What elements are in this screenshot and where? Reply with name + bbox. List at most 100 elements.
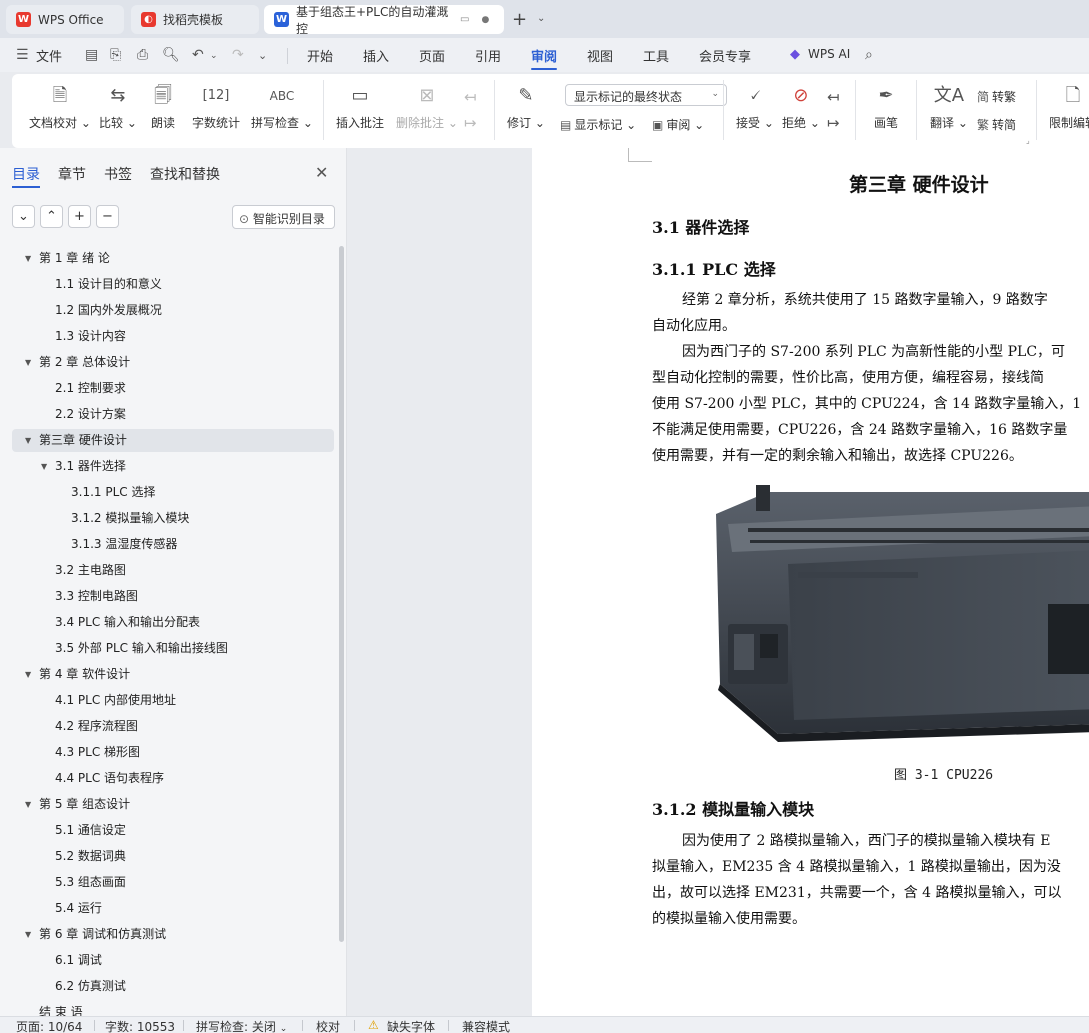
toc-item[interactable]: 3.5 外部 PLC 输入和输出接线图	[12, 637, 334, 660]
add-heading-button[interactable]: +	[68, 205, 91, 228]
tab-document[interactable]: W 基于组态王+PLC的自动灌溉控 ▭ ●	[264, 5, 504, 36]
tab-bookmarks[interactable]: 书签	[104, 164, 132, 184]
search-icon[interactable]: ⌕	[865, 47, 873, 63]
expand-up-button[interactable]: ⌃	[40, 205, 63, 228]
expand-arrow-icon[interactable]: ▼	[25, 247, 31, 270]
toc-item[interactable]: 6.2 仿真测试	[12, 975, 334, 998]
next-comment-icon[interactable]: ↦	[464, 114, 477, 132]
close-icon[interactable]: ✕	[315, 163, 328, 182]
expand-arrow-icon[interactable]: ▼	[25, 923, 31, 946]
restrict-edit-button[interactable]: 🗋 限制编辑	[1049, 84, 1089, 131]
ribbon-expand-icon[interactable]: ⌟	[1026, 136, 1030, 145]
smart-toc-button[interactable]: ⊙ 智能识别目录	[232, 205, 335, 229]
to-traditional-button[interactable]: 简转繁	[977, 88, 1016, 105]
show-markup-button[interactable]: ▤ 显示标记 ⌄	[560, 116, 636, 133]
toc-item[interactable]: 5.2 数据词典	[12, 845, 334, 868]
toc-item[interactable]: 4.4 PLC 语句表程序	[12, 767, 334, 790]
toc-item[interactable]: 5.1 通信设定	[12, 819, 334, 842]
toc-item[interactable]: 3.2 主电路图	[12, 559, 334, 582]
expand-arrow-icon[interactable]: ▼	[25, 429, 31, 452]
chevron-down-icon[interactable]: ⌄	[537, 13, 545, 24]
toc-item[interactable]: 4.1 PLC 内部使用地址	[12, 689, 334, 712]
collapse-all-button[interactable]: ⌄	[12, 205, 35, 228]
toc-item[interactable]: 2.2 设计方案	[12, 403, 334, 426]
toc-item[interactable]: 3.1.1 PLC 选择	[12, 481, 334, 504]
toc-item[interactable]: 5.3 组态画面	[12, 871, 334, 894]
doc-check-button[interactable]: 🗎 文档校对 ⌄	[29, 84, 91, 131]
menu-home[interactable]: 开始	[307, 46, 333, 65]
toc-item[interactable]: ▼ 第 2 章 总体设计	[12, 351, 334, 374]
word-count-status[interactable]: 字数: 10553	[105, 1018, 175, 1033]
redo-icon[interactable]: ↷	[232, 47, 244, 63]
toc-item[interactable]: 1.2 国内外发展概况	[12, 299, 334, 322]
menu-review[interactable]: 审阅	[531, 46, 557, 65]
expand-arrow-icon[interactable]: ▼	[25, 663, 31, 686]
prev-comment-icon[interactable]: ↤	[464, 88, 477, 106]
unsaved-dot-icon[interactable]: ●	[481, 15, 489, 25]
toc-item[interactable]: 5.4 运行	[12, 897, 334, 920]
tab-docer-templates[interactable]: ◐ 找稻壳模板	[131, 5, 259, 34]
toc-item[interactable]: 3.4 PLC 输入和输出分配表	[12, 611, 334, 634]
reject-button[interactable]: ⊘ 拒绝 ⌄	[782, 84, 820, 131]
pen-button[interactable]: ✒ 画笔	[874, 84, 898, 131]
toc-item[interactable]: ▼ 第 5 章 组态设计	[12, 793, 334, 816]
print-preview-icon[interactable]: 🔍︎	[162, 47, 180, 63]
menu-insert[interactable]: 插入	[363, 46, 389, 65]
toc-item[interactable]: 3.3 控制电路图	[12, 585, 334, 608]
page-indicator[interactable]: 页面: 10/64	[16, 1018, 82, 1033]
markup-mode-select[interactable]: 显示标记的最终状态 ⌄	[565, 84, 727, 106]
undo-dropdown-icon[interactable]: ⌄	[210, 51, 218, 61]
delete-comment-button[interactable]: ⊠ 删除批注 ⌄	[396, 84, 458, 131]
track-changes-button[interactable]: ✎ 修订 ⌄	[507, 84, 545, 131]
toc-item[interactable]: 4.3 PLC 梯形图	[12, 741, 334, 764]
compare-button[interactable]: ⇆ 比较 ⌄	[99, 84, 137, 131]
print-icon[interactable]: ⎙	[137, 47, 148, 63]
spell-check-button[interactable]: ABC 拼写检查 ⌄	[251, 84, 313, 131]
undo-icon[interactable]: ↶	[192, 47, 204, 63]
to-simplified-button[interactable]: 繁转简	[977, 116, 1016, 133]
toc-item[interactable]: ▼ 第 4 章 软件设计	[12, 663, 334, 686]
hamburger-icon[interactable]: ☰	[16, 47, 29, 63]
more-chevron-icon[interactable]: ⌄	[258, 49, 267, 62]
toc-item[interactable]: ▼ 3.1 器件选择	[12, 455, 334, 478]
remove-heading-button[interactable]: −	[96, 205, 119, 228]
missing-font-status[interactable]: 缺失字体	[387, 1018, 435, 1033]
sidebar-scrollbar[interactable]	[339, 246, 344, 942]
tab-wps-office[interactable]: W WPS Office	[6, 5, 124, 34]
tab-chapters[interactable]: 章节	[58, 164, 86, 184]
review-pane-button[interactable]: ▣ 审阅 ⌄	[652, 116, 704, 133]
word-count-button[interactable]: [12] 字数统计	[192, 84, 240, 131]
new-tab-icon[interactable]: +	[512, 9, 527, 30]
toc-item[interactable]: ▼ 第 1 章 绪 论	[12, 247, 334, 270]
proof-status[interactable]: 校对	[316, 1018, 340, 1033]
menu-page[interactable]: 页面	[419, 46, 445, 65]
expand-arrow-icon[interactable]: ▼	[25, 793, 31, 816]
export-icon[interactable]: ⎘	[110, 47, 121, 63]
toc-item[interactable]: 2.1 控制要求	[12, 377, 334, 400]
wps-ai-icon[interactable]: ◆	[790, 47, 800, 62]
menu-view[interactable]: 视图	[587, 46, 613, 65]
menu-wps-ai[interactable]: WPS AI	[808, 47, 850, 61]
toc-item[interactable]: 3.1.2 模拟量输入模块	[12, 507, 334, 530]
toc-item[interactable]: 1.3 设计内容	[12, 325, 334, 348]
toc-item[interactable]: ▼ 第三章 硬件设计	[12, 429, 334, 452]
expand-arrow-icon[interactable]: ▼	[41, 455, 47, 478]
insert-comment-button[interactable]: ▭ 插入批注	[336, 84, 384, 131]
tab-find-replace[interactable]: 查找和替换	[150, 164, 220, 184]
next-change-icon[interactable]: ↦	[827, 114, 840, 132]
save-icon[interactable]: ▤	[85, 47, 98, 63]
menu-member[interactable]: 会员专享	[699, 46, 751, 65]
toc-item[interactable]: 4.2 程序流程图	[12, 715, 334, 738]
expand-arrow-icon[interactable]: ▼	[25, 351, 31, 374]
toc-item[interactable]: 1.1 设计目的和意义	[12, 273, 334, 296]
accept-button[interactable]: 🗸 接受 ⌄	[736, 84, 774, 131]
spell-check-status[interactable]: 拼写检查: 关闭 ⌄	[196, 1018, 287, 1033]
prev-change-icon[interactable]: ↤	[827, 88, 840, 106]
toc-item[interactable]: 3.1.3 温湿度传感器	[12, 533, 334, 556]
toc-item[interactable]: 结 束 语	[12, 1001, 334, 1016]
toc-item[interactable]: ▼ 第 6 章 调试和仿真测试	[12, 923, 334, 946]
toc-item[interactable]: 6.1 调试	[12, 949, 334, 972]
menu-file[interactable]: 文件	[36, 46, 62, 65]
tab-toc[interactable]: 目录	[12, 164, 40, 184]
read-aloud-button[interactable]: 🗐 朗读	[151, 84, 175, 131]
